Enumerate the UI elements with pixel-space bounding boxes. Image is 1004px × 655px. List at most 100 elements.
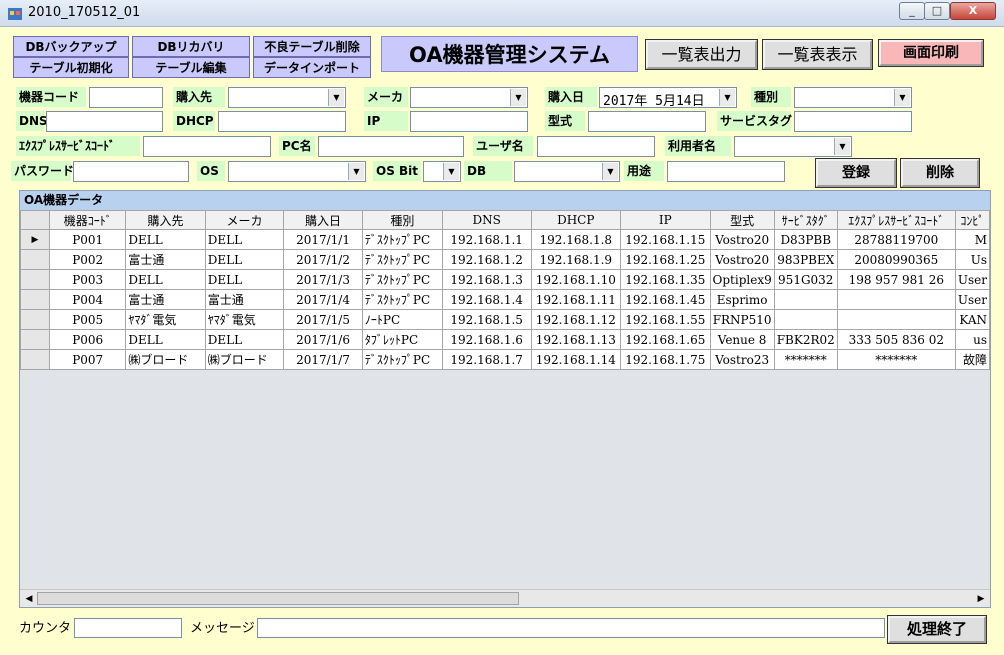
- table-cell[interactable]: 2017/1/1: [283, 229, 363, 250]
- table-cell[interactable]: 192.168.1.5: [441, 309, 532, 330]
- table-cell[interactable]: 192.168.1.55: [620, 309, 711, 330]
- minimize-button[interactable]: _: [899, 2, 925, 20]
- table-cell[interactable]: 192.168.1.6: [441, 329, 532, 350]
- table-cell[interactable]: Optiplex9: [709, 269, 775, 290]
- table-row[interactable]: ▶ P001 DELL DELL 2017/1/1 ﾃﾞｽｸﾄｯﾌﾟPC 192.168.1…: [20, 229, 990, 250]
- table-cell[interactable]: 2017/1/7: [283, 349, 363, 370]
- table-cell[interactable]: DELL: [204, 229, 285, 250]
- table-cell[interactable]: P005: [49, 309, 127, 330]
- db-recovery-button[interactable]: DBリカバリ: [132, 36, 250, 57]
- table-cell[interactable]: 192.168.1.12: [530, 309, 622, 330]
- express-code-input[interactable]: [143, 136, 271, 157]
- table-cell[interactable]: ﾀﾌﾞﾚｯﾄPC: [361, 329, 443, 350]
- screen-print-button[interactable]: 画面印刷: [878, 39, 984, 67]
- column-header[interactable]: DHCP: [530, 210, 622, 230]
- table-cell[interactable]: ﾉｰﾄPC: [361, 309, 443, 330]
- table-cell[interactable]: 192.168.1.45: [620, 289, 711, 310]
- table-cell[interactable]: DELL: [125, 229, 206, 250]
- table-cell[interactable]: 富士通: [125, 289, 206, 310]
- row-header[interactable]: [20, 329, 51, 350]
- table-cell[interactable]: ﾃﾞｽｸﾄｯﾌﾟPC: [361, 349, 443, 370]
- table-cell[interactable]: ﾃﾞｽｸﾄｯﾌﾟPC: [361, 289, 443, 310]
- user-person-select[interactable]: ▼: [734, 136, 852, 157]
- table-cell[interactable]: [773, 309, 838, 330]
- table-cell[interactable]: 2017/1/3: [283, 269, 363, 290]
- column-header[interactable]: ｺﾝﾋﾟ: [954, 210, 990, 230]
- table-cell[interactable]: 富士通: [204, 289, 285, 310]
- table-cell[interactable]: ㈱ブロード: [204, 349, 285, 370]
- chevron-down-icon[interactable]: ▼: [443, 163, 459, 180]
- table-cell[interactable]: 192.168.1.9: [530, 249, 622, 270]
- table-cell[interactable]: P003: [49, 269, 127, 290]
- scrollbar-thumb[interactable]: [37, 592, 519, 605]
- close-button[interactable]: X: [950, 2, 996, 20]
- calendar-dropdown-icon[interactable]: ▼: [719, 89, 735, 106]
- table-cell[interactable]: 333 505 836 02: [836, 329, 956, 350]
- table-cell[interactable]: FBK2R02: [773, 329, 838, 350]
- chevron-down-icon[interactable]: ▼: [348, 163, 364, 180]
- list-display-button[interactable]: 一覧表表示: [762, 39, 873, 70]
- purpose-input[interactable]: [667, 161, 785, 182]
- register-button[interactable]: 登録: [815, 158, 897, 188]
- row-header[interactable]: [20, 309, 51, 330]
- table-cell[interactable]: 192.168.1.25: [620, 249, 711, 270]
- table-cell[interactable]: 2017/1/4: [283, 289, 363, 310]
- table-cell[interactable]: ㈱ブロード: [125, 349, 206, 370]
- horizontal-scrollbar[interactable]: ◀ ▶: [20, 589, 990, 607]
- bad-table-delete-button[interactable]: 不良テーブル削除: [253, 36, 371, 57]
- table-cell[interactable]: Esprimo: [709, 289, 775, 310]
- row-header[interactable]: [20, 269, 51, 290]
- row-header[interactable]: [20, 289, 51, 310]
- table-cell[interactable]: *******: [773, 349, 838, 370]
- table-cell[interactable]: DELL: [125, 329, 206, 350]
- column-header[interactable]: DNS: [441, 210, 532, 230]
- table-cell[interactable]: 951G032: [773, 269, 838, 290]
- table-row[interactable]: P003 DELL DELL 2017/1/3 ﾃﾞｽｸﾄｯﾌﾟPC 192.168.1.…: [20, 269, 990, 290]
- table-row[interactable]: P006 DELL DELL 2017/1/6 ﾀﾌﾞﾚｯﾄPC 192.168.1.6 1…: [20, 329, 990, 350]
- dns-input[interactable]: [46, 111, 163, 132]
- table-cell[interactable]: 192.168.1.15: [620, 229, 711, 250]
- table-cell[interactable]: 192.168.1.3: [441, 269, 532, 290]
- counter-input[interactable]: [74, 618, 182, 638]
- table-row[interactable]: P007 ㈱ブロード ㈱ブロード 2017/1/7 ﾃﾞｽｸﾄｯﾌﾟPC 192.168.…: [20, 349, 990, 370]
- column-header[interactable]: ｻｰﾋﾞｽﾀｸﾞ: [773, 210, 838, 230]
- table-cell[interactable]: D83PBB: [773, 229, 838, 250]
- table-cell[interactable]: 28788119700: [836, 229, 956, 250]
- table-row[interactable]: P004 富士通 富士通 2017/1/4 ﾃﾞｽｸﾄｯﾌﾟPC 192.168.1.4 1…: [20, 289, 990, 310]
- scroll-right-icon[interactable]: ▶: [974, 592, 988, 606]
- table-cell[interactable]: 983PBEX: [773, 249, 838, 270]
- chevron-down-icon[interactable]: ▼: [602, 163, 618, 180]
- table-cell[interactable]: 192.168.1.10: [530, 269, 622, 290]
- table-cell[interactable]: 192.168.1.4: [441, 289, 532, 310]
- table-cell[interactable]: ﾔﾏﾀﾞ電気: [204, 309, 285, 330]
- table-cell[interactable]: 192.168.1.8: [530, 229, 622, 250]
- column-header[interactable]: メーカ: [204, 210, 285, 230]
- table-cell[interactable]: 2017/1/5: [283, 309, 363, 330]
- user-name-input[interactable]: [537, 136, 655, 157]
- table-cell[interactable]: DELL: [204, 269, 285, 290]
- table-cell[interactable]: DELL: [125, 269, 206, 290]
- data-import-button[interactable]: データインポート: [253, 57, 371, 78]
- column-header[interactable]: ｴｸｽﾌﾟﾚｽｻｰﾋﾞｽｺｰﾄﾞ: [836, 210, 956, 230]
- maximize-button[interactable]: □: [924, 2, 950, 20]
- table-edit-button[interactable]: テーブル編集: [132, 57, 250, 78]
- purchase-date-picker[interactable]: 2017年 5月14日 ▼: [599, 87, 737, 109]
- column-header[interactable]: 購入日: [283, 210, 363, 230]
- table-cell[interactable]: 192.168.1.65: [620, 329, 711, 350]
- table-cell[interactable]: DELL: [204, 329, 285, 350]
- table-cell[interactable]: Vostro23: [709, 349, 775, 370]
- table-cell[interactable]: 2017/1/2: [283, 249, 363, 270]
- chevron-down-icon[interactable]: ▼: [328, 89, 344, 106]
- table-cell[interactable]: 2017/1/6: [283, 329, 363, 350]
- table-cell[interactable]: Vostro20: [709, 229, 775, 250]
- table-cell[interactable]: [836, 289, 956, 310]
- table-row[interactable]: P002 富士通 DELL 2017/1/2 ﾃﾞｽｸﾄｯﾌﾟPC 192.168.1.2…: [20, 249, 990, 270]
- table-cell[interactable]: us: [954, 329, 990, 350]
- table-cell[interactable]: 20080990365: [836, 249, 956, 270]
- table-cell[interactable]: 192.168.1.7: [441, 349, 532, 370]
- device-code-input[interactable]: [89, 87, 163, 108]
- table-cell[interactable]: P001: [49, 229, 127, 250]
- data-grid[interactable]: OA機器データ 機器ｺｰﾄﾞ 購入先 メーカ 購入日 種別 DNS DHCP IP 型式 ｻｰﾋﾞ…: [19, 190, 991, 608]
- os-bit-select[interactable]: ▼: [423, 161, 461, 182]
- table-cell[interactable]: ﾃﾞｽｸﾄｯﾌﾟPC: [361, 249, 443, 270]
